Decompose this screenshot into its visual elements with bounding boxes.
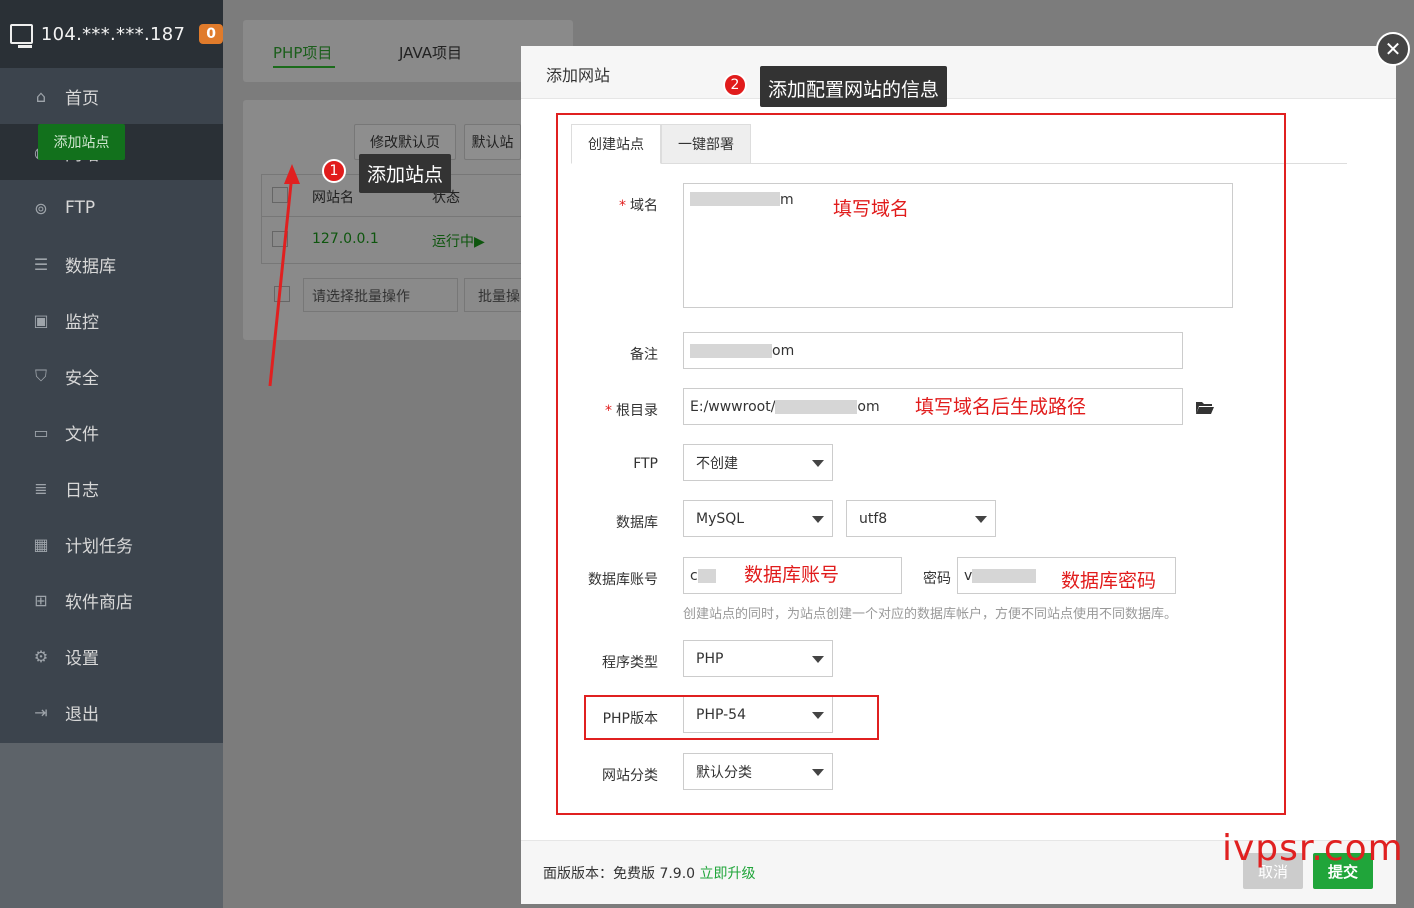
column-site-name[interactable]: 网站名 xyxy=(312,187,354,207)
log-icon: ≣ xyxy=(34,478,48,498)
batch-button[interactable]: 批量操 xyxy=(464,278,524,312)
sidebar-item-label: 文件 xyxy=(65,424,99,445)
step-badge: 2 xyxy=(723,73,747,97)
status-running[interactable]: 运行中▶ xyxy=(432,231,485,251)
sidebar-item-home[interactable]: ⌂ 首页 xyxy=(0,68,223,124)
watermark: ivpsr.com xyxy=(1222,828,1404,869)
sidebar-menu: ⌂首页 ◍网站 ⊚FTP ☰数据库 ▣监控 ⛉安全 ▭文件 ≣日志 ▦计划任务 … xyxy=(0,68,223,740)
site-link[interactable]: 127.0.0.1 xyxy=(312,231,379,247)
sidebar-item-cron[interactable]: ▦ 计划任务 xyxy=(0,516,223,572)
sidebar-item-settings[interactable]: ⚙ 设置 xyxy=(0,628,223,684)
apps-icon: ⊞ xyxy=(34,590,48,610)
step-badge: 1 xyxy=(322,159,346,183)
batch-select[interactable]: 请选择批量操作 xyxy=(303,278,458,312)
ftp-icon: ⊚ xyxy=(34,198,48,218)
upgrade-link[interactable]: 立即升级 xyxy=(700,866,756,882)
sidebar-item-monitor[interactable]: ▣ 监控 xyxy=(0,292,223,348)
close-icon[interactable]: ✕ xyxy=(1376,32,1410,66)
server-ip: 104.***.***.187 xyxy=(40,23,186,45)
sidebar-item-label: 安全 xyxy=(65,368,99,389)
logout-icon: ⇥ xyxy=(34,702,48,722)
notification-badge[interactable]: 0 xyxy=(199,24,223,44)
add-site-button[interactable]: 添加站点 xyxy=(38,124,125,160)
home-icon: ⌂ xyxy=(35,86,47,106)
tab-php[interactable]: PHP项目 xyxy=(273,42,336,68)
sidebar-item-label: 软件商店 xyxy=(65,592,133,613)
dialog-title: 添加网站 xyxy=(521,46,1396,99)
sidebar-item-files[interactable]: ▭ 文件 xyxy=(0,404,223,460)
arrow-annotation xyxy=(268,164,300,387)
sidebar-item-label: 设置 xyxy=(65,648,99,669)
calendar-icon: ▦ xyxy=(33,534,49,554)
sidebar-item-label: 监控 xyxy=(65,312,99,333)
folder-icon: ▭ xyxy=(33,422,49,442)
step-tooltip: 添加站点 xyxy=(359,154,452,193)
highlight-box xyxy=(584,695,879,740)
sidebar-item-ftp[interactable]: ⊚ FTP xyxy=(0,180,223,236)
sidebar-item-label: 首页 xyxy=(65,88,99,109)
sidebar-item-store[interactable]: ⊞ 软件商店 xyxy=(0,572,223,628)
sidebar-item-label: 退出 xyxy=(65,704,99,725)
sidebar-item-logout[interactable]: ⇥ 退出 xyxy=(0,684,223,740)
sidebar-item-logs[interactable]: ≣ 日志 xyxy=(0,460,223,516)
sidebar-item-label: 数据库 xyxy=(65,256,116,277)
monitor-icon xyxy=(10,24,33,48)
tab-java[interactable]: JAVA项目 xyxy=(399,42,462,63)
database-icon: ☰ xyxy=(33,254,49,274)
sidebar-item-label: 计划任务 xyxy=(65,536,133,557)
sidebar-footer xyxy=(0,743,223,908)
version-info: 面版版本：免费版 7.9.0 立即升级 xyxy=(543,863,756,883)
sidebar-item-database[interactable]: ☰ 数据库 xyxy=(0,236,223,292)
shield-icon: ⛉ xyxy=(34,366,47,385)
sidebar-item-security[interactable]: ⛉ 安全 xyxy=(0,348,223,404)
gear-icon: ⚙ xyxy=(33,646,49,666)
monitor-icon: ▣ xyxy=(33,310,49,330)
step-tooltip: 添加配置网站的信息 xyxy=(760,66,948,107)
sidebar-item-label: FTP xyxy=(65,198,96,218)
sidebar-item-label: 日志 xyxy=(65,480,99,501)
default-site-button[interactable]: 默认站 xyxy=(464,124,521,160)
version-text: 面版版本：免费版 7.9.0 xyxy=(543,866,696,882)
server-header: 104.***.***.187 0 xyxy=(0,0,223,68)
